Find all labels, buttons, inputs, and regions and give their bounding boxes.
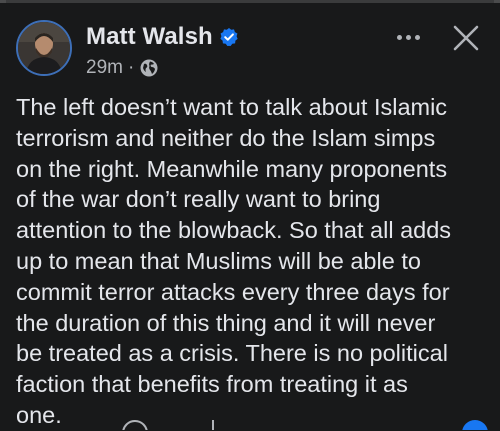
- share-icon[interactable]: [212, 420, 228, 430]
- avatar[interactable]: [16, 20, 72, 76]
- divider-tick-right: [494, 0, 500, 3]
- action-bar-partial: [0, 420, 500, 430]
- top-divider: [0, 0, 500, 3]
- more-dot: [396, 34, 402, 40]
- more-dot: [414, 34, 420, 40]
- meta-separator: ·: [127, 57, 135, 78]
- post-body-text: The left doesn’t want to talk about Isla…: [16, 94, 452, 428]
- close-icon[interactable]: [448, 20, 484, 56]
- reaction-icon: [462, 420, 488, 430]
- avatar-photo: [18, 22, 70, 74]
- author-name[interactable]: Matt Walsh: [86, 23, 213, 51]
- more-dot: [405, 34, 411, 40]
- post-meta: 29m ·: [86, 56, 159, 80]
- verified-badge-icon: [219, 27, 239, 47]
- post-timestamp[interactable]: 29m: [86, 57, 123, 79]
- more-options-icon[interactable]: [390, 22, 426, 52]
- divider-tick-left: [0, 0, 6, 3]
- comment-icon[interactable]: [122, 420, 148, 430]
- like-icon[interactable]: [18, 420, 36, 430]
- author-row: Matt Walsh: [86, 22, 239, 52]
- post-header: Matt Walsh 29m ·: [16, 20, 484, 84]
- globe-icon[interactable]: [139, 58, 159, 78]
